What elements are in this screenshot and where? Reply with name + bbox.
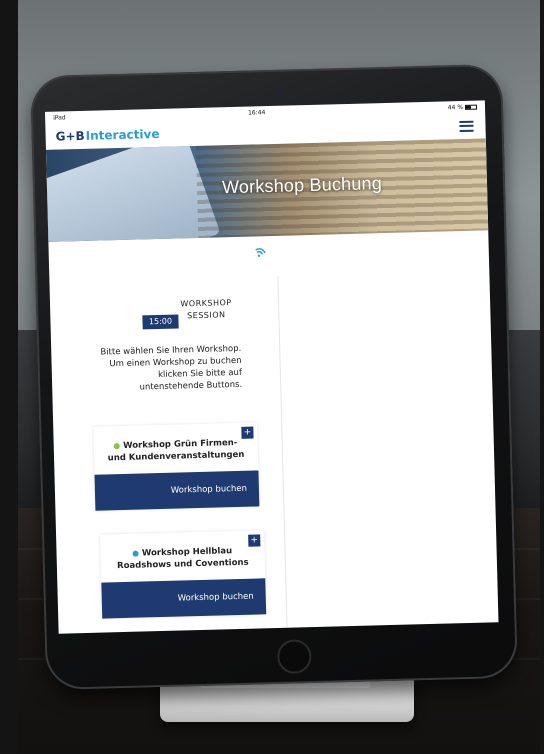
session-label: WORKSHOP SESSION: [180, 298, 232, 321]
book-workshop-button[interactable]: Workshop buchen: [94, 470, 260, 511]
right-border: [540, 0, 544, 754]
green-dot-icon: [114, 442, 121, 449]
device-label: iPad: [53, 113, 66, 122]
front-camera: [274, 87, 283, 96]
workshop-card: + Workshop Hellblau Roadshows und Covent…: [100, 530, 267, 619]
ipad-device: iPad 16:44 44 % G+B Interactive Workshop…: [30, 63, 518, 691]
main-content: WORKSHOP SESSION 15:00 Bitte wählen Sie …: [48, 230, 498, 633]
battery-icon: [464, 104, 478, 110]
brand-logo[interactable]: G+B Interactive: [55, 127, 159, 144]
hero-banner: Workshop Buchung: [45, 138, 489, 242]
book-workshop-button[interactable]: Workshop buchen: [101, 578, 267, 619]
battery-percentage: 44 %: [447, 103, 464, 111]
tablet-screen: iPad 16:44 44 % G+B Interactive Workshop…: [44, 100, 499, 634]
home-button[interactable]: [277, 639, 312, 674]
clock: 16:44: [247, 108, 266, 117]
hamburger-menu-icon[interactable]: [459, 120, 474, 132]
left-border: [0, 0, 18, 754]
blue-dot-icon: [132, 550, 140, 557]
expand-plus-button[interactable]: +: [241, 426, 254, 439]
workshop-name: Workshop Grün Firmen- und Kundenveransta…: [107, 437, 245, 464]
workshop-card: + Workshop Grün Firmen- und Kundenverans…: [93, 422, 260, 511]
expand-plus-button[interactable]: +: [248, 534, 261, 547]
wifi-icon: [251, 244, 269, 262]
logo-word: Interactive: [85, 126, 160, 143]
intro-text: Bitte wählen Sie Ihren Workshop. Um eine…: [100, 343, 243, 393]
session-header: WORKSHOP SESSION 15:00: [142, 297, 243, 336]
column-divider: [277, 275, 288, 628]
session-time-badge: 15:00: [142, 314, 179, 330]
logo-mark: G+B: [55, 128, 85, 144]
